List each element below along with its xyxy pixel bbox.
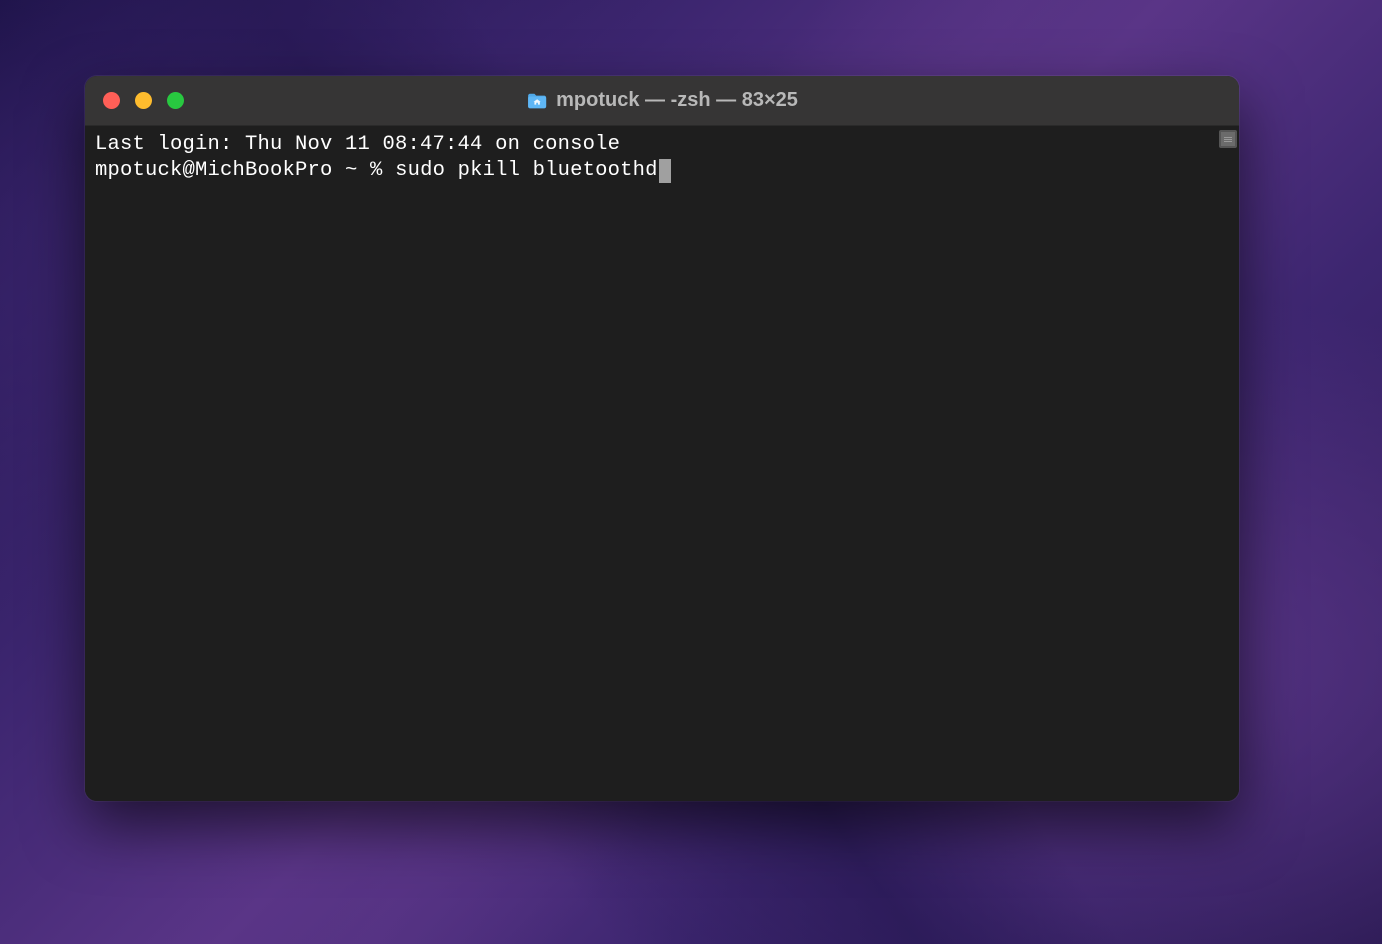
terminal-body[interactable]: Last login: Thu Nov 11 08:47:44 on conso… [85,126,1239,801]
traffic-lights [85,92,184,109]
prompt-text: mpotuck@MichBookPro ~ % [95,158,395,184]
login-line: Last login: Thu Nov 11 08:47:44 on conso… [95,132,1229,158]
title-bar[interactable]: mpotuck — -zsh — 83×25 [85,76,1239,126]
command-text: sudo pkill bluetoothd [395,158,658,184]
window-title: mpotuck — -zsh — 83×25 [526,89,798,112]
terminal-window: mpotuck — -zsh — 83×25 Last login: Thu N… [85,76,1239,801]
cursor [659,159,671,183]
home-folder-icon [526,92,548,110]
minimize-button[interactable] [135,92,152,109]
window-title-text: mpotuck — -zsh — 83×25 [556,89,798,112]
prompt-line: mpotuck@MichBookPro ~ % sudo pkill bluet… [95,158,1229,184]
close-button[interactable] [103,92,120,109]
scrollbar-track[interactable] [1219,130,1237,797]
scrollbar-thumb[interactable] [1219,130,1237,148]
maximize-button[interactable] [167,92,184,109]
